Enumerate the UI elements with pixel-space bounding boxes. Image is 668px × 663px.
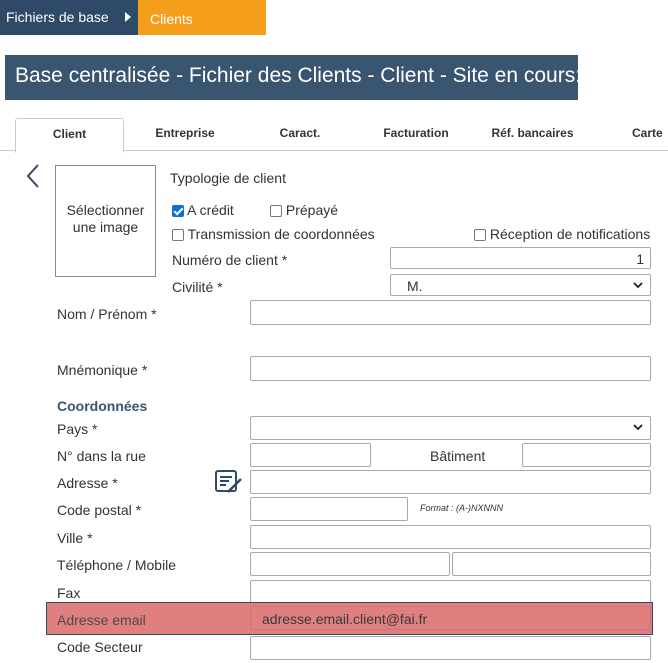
civilite-value: M. [407,278,423,294]
batiment-input[interactable] [522,443,651,467]
tab-entreprise[interactable]: Entreprise [140,118,230,151]
chevron-down-icon [633,424,643,431]
mnemonique-input[interactable] [250,356,651,381]
telephone-label: Téléphone / Mobile [57,557,177,573]
nom-prenom-input[interactable] [250,300,651,325]
num-rue-input[interactable] [250,443,371,467]
breadcrumb-item-label: Fichiers de base [6,9,109,25]
reception-label: Réception de notifications [489,226,651,242]
code-postal-format-hint: Format : (A-)NXNNN [420,503,503,513]
a-credit-option[interactable]: A crédit [172,202,234,218]
select-image-label-2: une image [72,219,139,235]
numero-client-value: 1 [636,251,644,267]
breadcrumb-item-fichiers-de-base[interactable]: Fichiers de base [0,0,138,35]
transmission-label: Transmission de coordonnées [187,226,375,242]
email-label: Adresse email [57,612,146,628]
tab-client[interactable]: Client [15,118,124,153]
adresse-input[interactable] [250,470,651,494]
code-secteur-label: Code Secteur [57,639,143,655]
batiment-label: Bâtiment [430,448,486,464]
civilite-select[interactable]: M. [390,274,651,296]
coordonnees-section-title: Coordonnées [57,398,148,414]
ville-input[interactable] [250,525,651,549]
mobile-input[interactable] [452,552,651,576]
tab-facturation[interactable]: Facturation [370,118,462,151]
tab-caract[interactable]: Caract. [260,118,340,151]
fax-label: Fax [57,585,81,601]
page-title-banner: Base centralisée - Fichier des Clients -… [5,55,582,100]
breadcrumb-arrow-icon [125,12,131,22]
chevron-down-icon [633,282,643,289]
code-postal-label: Code postal * [57,502,142,518]
select-image-label-1: Sélectionner [66,202,145,218]
civilite-label: Civilité * [172,279,223,295]
telephone-input[interactable] [250,552,450,576]
prepaye-option[interactable]: Prépayé [270,202,338,218]
email-input[interactable]: adresse.email.client@fai.fr [250,606,651,630]
transmission-option[interactable]: Transmission de coordonnées [172,226,375,242]
nom-prenom-label: Nom / Prénom * [57,306,157,322]
email-value: adresse.email.client@fai.fr [262,611,428,627]
a-credit-checkbox[interactable] [172,205,184,217]
typologie-label: Typologie de client [170,170,286,186]
fax-input[interactable] [250,580,651,604]
reception-option[interactable]: Réception de notifications [474,226,650,242]
select-image-button[interactable]: Sélectionner une image [55,165,156,277]
back-chevron-icon[interactable] [22,163,46,189]
transmission-checkbox[interactable] [172,229,184,241]
address-list-icon[interactable] [214,468,244,496]
num-rue-label: N° dans la rue [57,448,146,464]
prepaye-label: Prépayé [285,202,339,218]
page-title: Base centralisée - Fichier des Clients -… [15,64,582,87]
a-credit-label: A crédit [187,202,234,218]
ville-label: Ville * [57,530,93,546]
breadcrumb-item-clients: Clients [150,11,193,27]
tab-ref-bancaires[interactable]: Réf. bancaires [480,118,585,151]
tab-carte[interactable]: Carte [622,118,668,151]
numero-client-label: Numéro de client * [172,252,288,268]
reception-checkbox[interactable] [474,229,486,241]
adresse-label: Adresse * [57,475,118,491]
prepaye-checkbox[interactable] [270,205,282,217]
pays-select[interactable] [250,416,651,440]
pays-label: Pays * [57,421,98,437]
numero-client-input[interactable]: 1 [390,247,651,269]
mnemonique-label: Mnémonique * [57,362,148,378]
code-postal-input[interactable] [250,497,408,521]
code-secteur-input[interactable] [250,636,651,660]
